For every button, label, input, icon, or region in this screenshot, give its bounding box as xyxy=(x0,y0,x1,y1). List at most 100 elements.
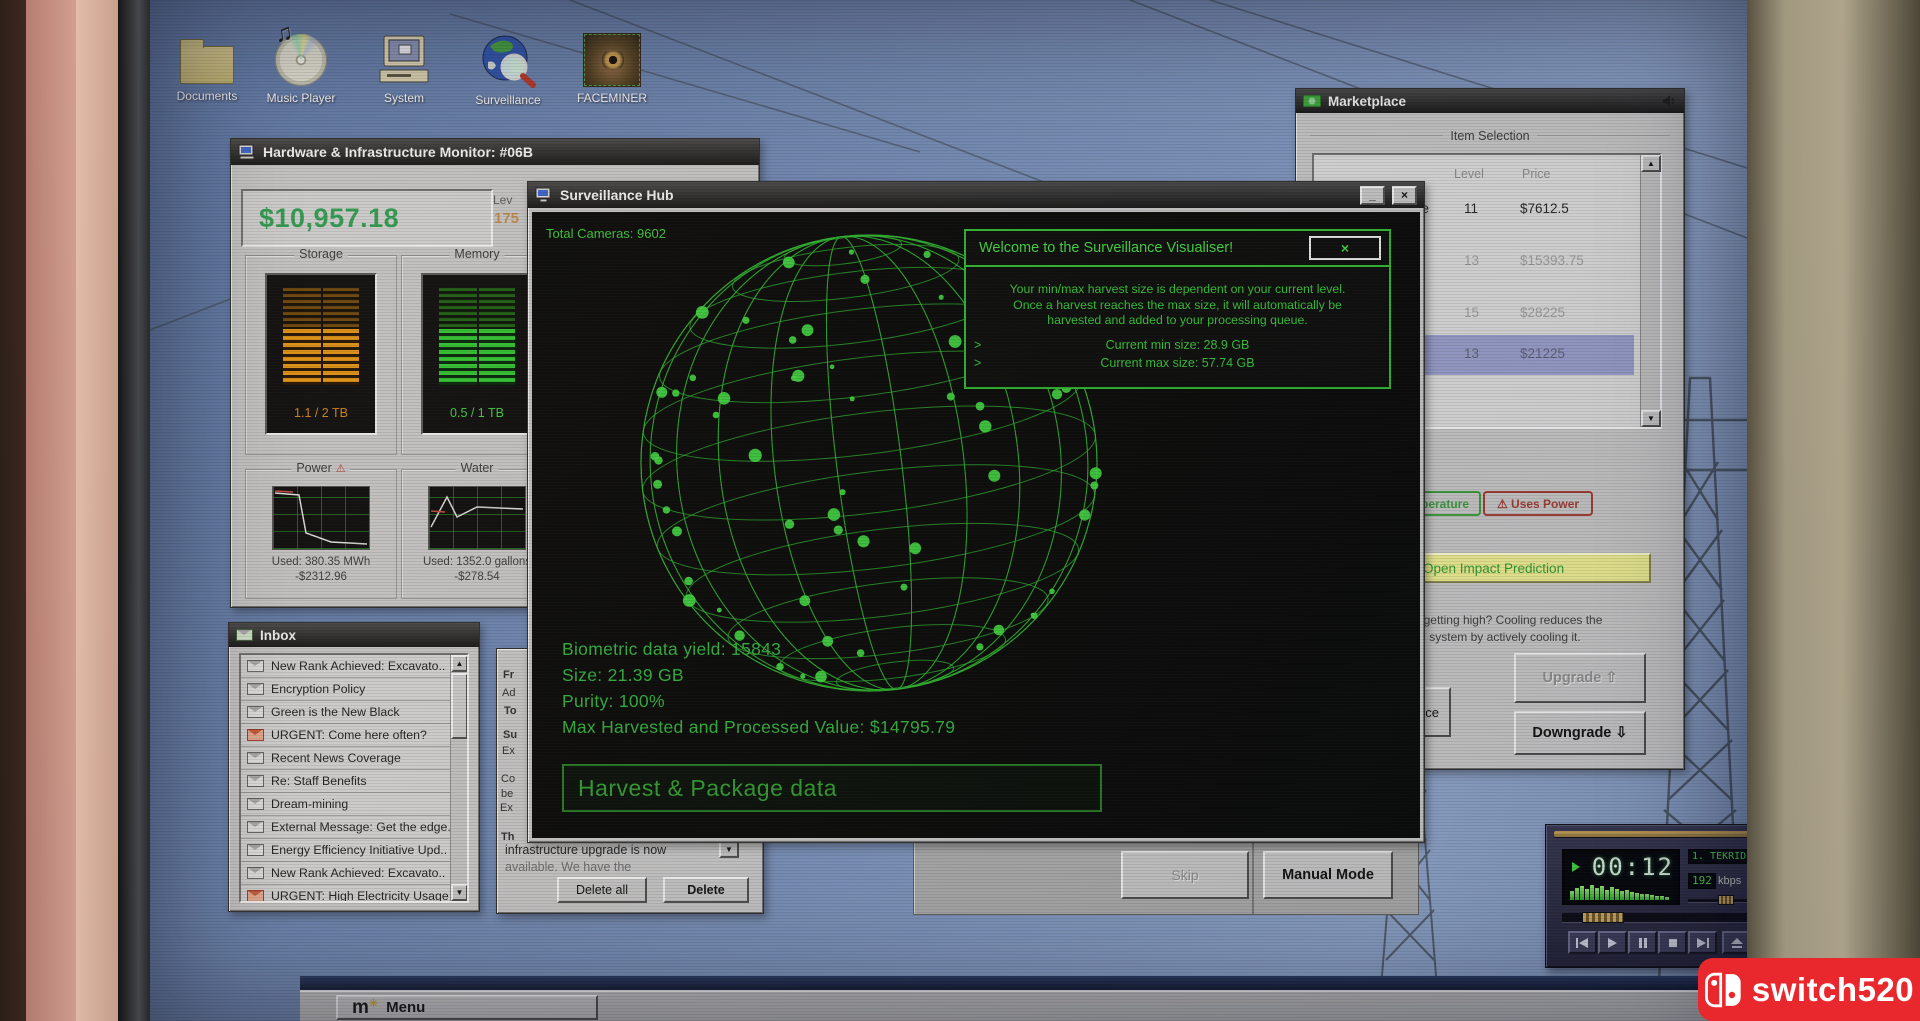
inbox-titlebar[interactable]: Inbox xyxy=(229,623,479,647)
inbox-item[interactable]: Dream-mining xyxy=(241,793,467,816)
power-label: Power xyxy=(296,461,332,475)
desktop-icon-surveillance[interactable]: Surveillance xyxy=(460,34,556,107)
icon-label: System xyxy=(383,91,424,105)
scroll-down-button[interactable]: ▼ xyxy=(451,884,467,901)
scroll-up-button[interactable]: ▲ xyxy=(451,655,467,672)
desktop: Documents ♫ Music Player System Surveill… xyxy=(150,0,1747,1021)
inbox-window: Inbox New Rank Achieved: Excavato.. Encr… xyxy=(228,622,480,912)
os-logo: m xyxy=(352,996,369,1018)
scroll-down-button[interactable]: ▼ xyxy=(1641,410,1661,427)
harvest-package-button[interactable]: Harvest & Package data xyxy=(562,764,1102,812)
previous-track-button[interactable] xyxy=(1568,931,1597,954)
desktop-icon-music-player[interactable]: ♫ Music Player xyxy=(253,19,349,105)
player-display: 00:12 xyxy=(1562,849,1680,905)
delete-button[interactable]: Delete xyxy=(663,877,749,903)
volume-slider[interactable] xyxy=(1688,895,1747,905)
pause-button[interactable] xyxy=(1628,931,1657,954)
close-button[interactable]: × xyxy=(1392,185,1417,205)
inbox-item-label: Encryption Policy xyxy=(271,682,366,696)
item-price: $21225 xyxy=(1520,346,1566,361)
volume-slider-thumb[interactable] xyxy=(1718,895,1734,905)
wall-strip-light-pink xyxy=(76,0,118,1021)
track-time: 00:12 xyxy=(1591,853,1674,881)
bitrate-unit: kbps xyxy=(1718,875,1742,887)
list-scrollbar[interactable]: ▲ ▼ xyxy=(1640,155,1661,427)
inbox-item[interactable]: External Message: Get the edge.. xyxy=(241,816,467,839)
icon-label: Surveillance xyxy=(475,93,541,107)
column-header-price: Price xyxy=(1522,167,1551,181)
inbox-item-label: Recent News Coverage xyxy=(271,751,401,765)
inbox-item-urgent[interactable]: URGENT: High Electricity Usage xyxy=(241,885,467,903)
inbox-item[interactable]: Green is the New Black xyxy=(241,701,467,724)
mail-body-line1: infrastructure upgrade is now xyxy=(505,843,667,857)
memory-label: Memory xyxy=(449,247,505,261)
mail-header-fragment: Ad xyxy=(502,687,516,699)
storage-group: Storage 1.1 / 2 TB xyxy=(245,247,397,455)
mail-header-fragment: Th xyxy=(501,831,515,843)
seek-bar[interactable] xyxy=(1562,912,1747,923)
inbox-item[interactable]: New Rank Achieved: Excavato.. xyxy=(241,655,467,678)
upgrade-button[interactable]: Upgrade ⇧ xyxy=(1514,653,1646,703)
inbox-item[interactable]: Re: Staff Benefits xyxy=(241,770,467,793)
open-impact-prediction-button[interactable]: Open Impact Prediction xyxy=(1411,553,1651,583)
section-label: Item Selection xyxy=(1443,129,1537,143)
envelope-icon xyxy=(247,775,264,787)
mail-body-line2: available. We have the xyxy=(505,860,632,874)
warning-icon: ⚠ xyxy=(335,462,346,475)
storage-value: 1.1 / 2 TB xyxy=(294,406,348,420)
water-graph xyxy=(428,486,526,550)
eye-icon xyxy=(583,33,641,87)
speaker-icon[interactable] xyxy=(1662,94,1677,108)
welcome-dialog: Welcome to the Surveillance Visualiser! … xyxy=(964,229,1391,389)
menu-button[interactable]: m ✳ Menu xyxy=(336,995,598,1020)
downgrade-button[interactable]: Downgrade ⇩ xyxy=(1514,711,1646,755)
mail-header-fragment: Co xyxy=(501,773,516,785)
inbox-item[interactable]: Energy Efficiency Initiative Upd.. xyxy=(241,839,467,862)
inbox-item[interactable]: New Rank Achieved: Excavato.. xyxy=(241,862,467,885)
item-level: 15 xyxy=(1464,305,1480,320)
inbox-item[interactable]: Recent News Coverage xyxy=(241,747,467,770)
player-titlebar[interactable] xyxy=(1554,831,1747,837)
desktop-icon-system[interactable]: System xyxy=(356,34,452,105)
mail-scroll-down-button[interactable]: ▼ xyxy=(719,841,739,858)
mail-header-fragment: Ex xyxy=(500,802,513,814)
window-title: Surveillance Hub xyxy=(560,187,674,203)
minimize-button[interactable]: _ xyxy=(1360,185,1385,205)
envelope-icon xyxy=(247,798,264,810)
manual-mode-button[interactable]: Manual Mode xyxy=(1263,851,1393,899)
inbox-item[interactable]: Encryption Policy xyxy=(241,678,467,701)
eject-button[interactable] xyxy=(1722,931,1747,954)
scroll-thumb[interactable] xyxy=(451,673,467,739)
desktop-icon-documents[interactable]: Documents xyxy=(159,34,255,103)
inbox-item-urgent[interactable]: URGENT: Come here often? xyxy=(241,724,467,747)
stop-button[interactable] xyxy=(1658,931,1687,954)
inbox-scrollbar[interactable]: ▲ ▼ xyxy=(450,655,467,901)
skip-button[interactable]: Skip xyxy=(1121,851,1249,899)
window-title: Marketplace xyxy=(1328,93,1407,109)
delete-all-button[interactable]: Delete all xyxy=(557,877,647,903)
envelope-icon xyxy=(247,821,264,833)
dialog-close-button[interactable]: × xyxy=(1309,236,1381,260)
hardware-monitor-titlebar[interactable]: Hardware & Infrastructure Monitor: #06B xyxy=(231,139,759,165)
surveillance-hub-titlebar[interactable]: Surveillance Hub _ × xyxy=(528,182,1424,208)
mail-header-fragment: To xyxy=(504,705,517,717)
desktop-icon-faceminer[interactable]: FACEMINER xyxy=(564,33,660,105)
next-track-button[interactable] xyxy=(1688,931,1717,954)
marketplace-titlebar[interactable]: Marketplace xyxy=(1296,89,1684,113)
min-size: Current min size: 28.9 GB xyxy=(1105,337,1250,352)
total-cameras: Total Cameras: 9602 xyxy=(546,226,666,241)
harvest-stats: Biometric data yield: 15843 Size: 21.39 … xyxy=(562,636,955,740)
power-group: Power ⚠ Used: 380.35 MWh -$2312.96 xyxy=(245,461,397,599)
surveillance-visualiser: Total Cameras: 9602 Welcome to the Surve… xyxy=(532,212,1420,838)
inbox-item-label: URGENT: Come here often? xyxy=(271,728,427,742)
scroll-up-button[interactable]: ▲ xyxy=(1641,155,1661,172)
play-button[interactable] xyxy=(1598,931,1627,954)
water-label: Water xyxy=(455,461,499,475)
os-logo-spark: ✳ xyxy=(368,998,379,1010)
music-player-window: 00:12 1. TEKRIDER - WORKLIFE <3:48> 192 … xyxy=(1545,824,1747,968)
inbox-item-label: URGENT: High Electricity Usage xyxy=(271,889,449,903)
max-harvest-value: Max Harvested and Processed Value: $1479… xyxy=(562,717,956,737)
track-title[interactable]: 1. TEKRIDER - WORKLIFE <3:48> xyxy=(1688,849,1747,864)
power-used: Used: 380.35 MWh xyxy=(271,556,371,568)
seek-thumb[interactable] xyxy=(1582,912,1624,923)
